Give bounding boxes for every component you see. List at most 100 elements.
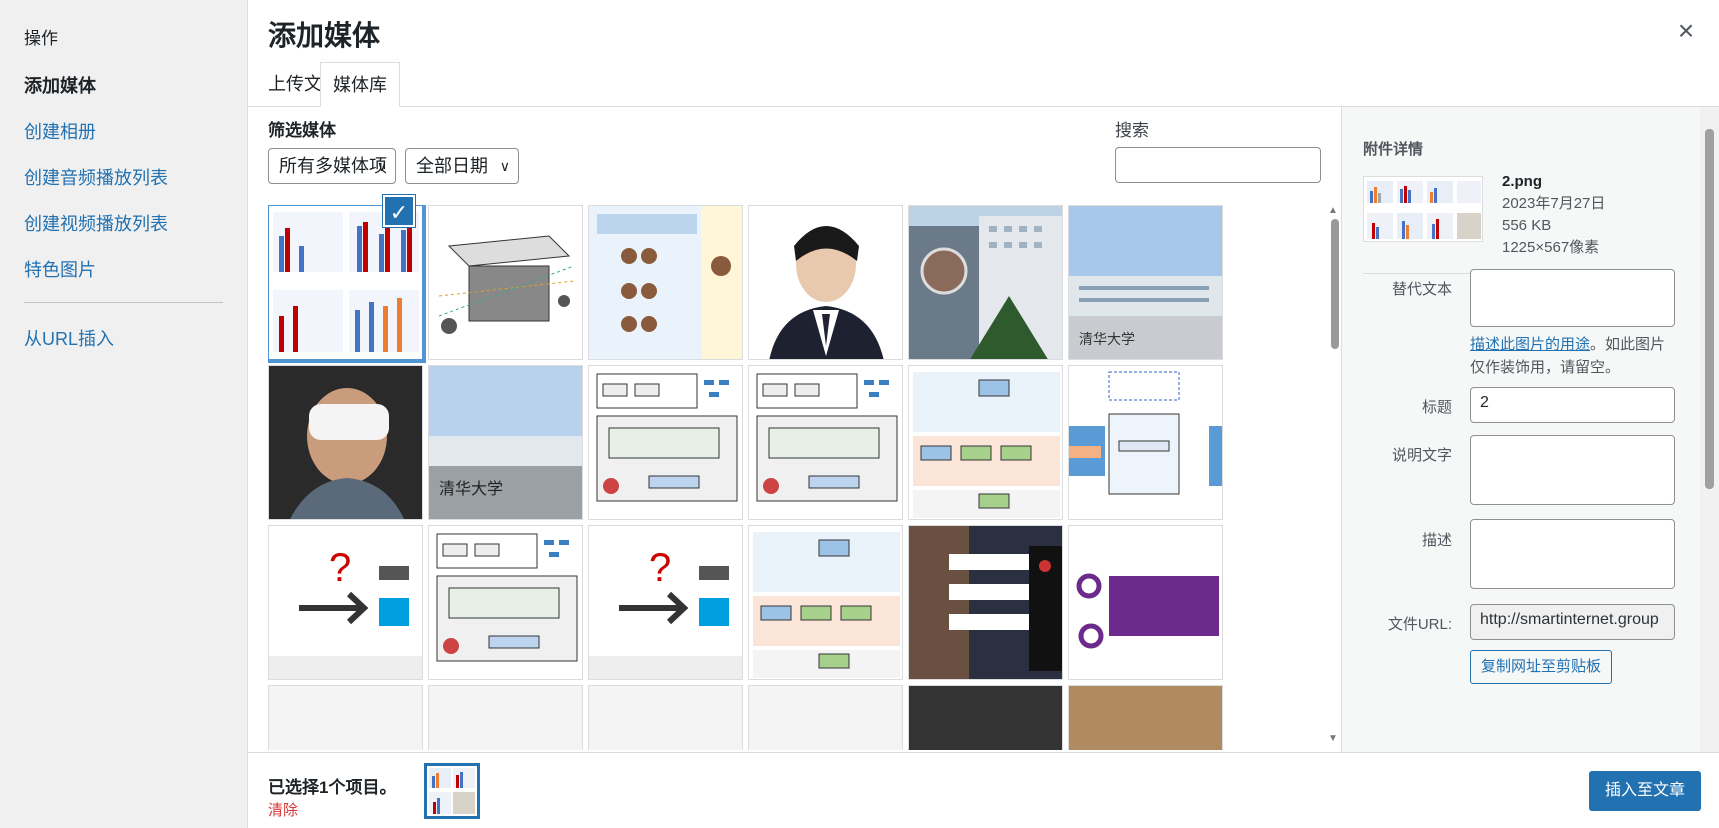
scroll-down-icon[interactable]: ▼ [1328,733,1338,744]
details-date: 2023年7月27日 [1502,195,1606,212]
tab-media-library[interactable]: 媒体库 [320,62,400,107]
scrollbar-thumb[interactable] [1331,219,1339,349]
media-attachment-tile[interactable] [268,365,423,520]
selection-thumb-image [429,768,475,814]
media-attachment-tile[interactable] [588,685,743,750]
media-attachment-tile[interactable]: ? [268,525,423,680]
media-attachment-tile[interactable] [428,685,583,750]
grid-scrollbar[interactable]: ▲ ▼ [1328,205,1340,745]
caption-textarea[interactable] [1470,435,1675,505]
insert-into-post-button[interactable]: 插入至文章 [1588,771,1701,811]
media-attachment-tile[interactable] [1068,525,1223,680]
attachment-thumbnail-image [909,366,1062,519]
attachment-details-panel: 附件详情 2.png 2023年7月27日 556 KB 1225×567像素 … [1341,107,1719,752]
attachment-thumbnail-image [909,206,1062,359]
modal-title: 添加媒体 [268,20,381,51]
menu-heading: 操作 [24,29,58,48]
media-attachment-tile[interactable]: 清华大学 [1068,205,1223,360]
clear-selection-link[interactable]: 清除 [268,799,298,820]
menu-item-create-gallery[interactable]: 创建相册 [24,118,223,144]
date-select[interactable]: 全部日期 ∨ [405,148,519,184]
scroll-up-icon[interactable]: ▲ [1328,205,1338,216]
search-input[interactable] [1115,147,1321,183]
media-attachment-tile[interactable]: 清华大学 [428,365,583,520]
selected-check-icon[interactable]: ✓ [383,195,415,227]
thumbnail-chart-image [1367,181,1481,239]
details-dimensions: 1225×567像素 [1502,239,1600,256]
attachments-grid: 清华大学 清华大学?? [268,205,1318,750]
attachment-thumbnail-image [749,526,902,679]
details-filesize: 556 KB [1502,217,1552,234]
attachment-thumbnail-image: ? [269,526,422,679]
description-label: 描述 [1421,532,1452,549]
media-attachment-tile[interactable] [428,205,583,360]
media-attachment-tile[interactable] [428,525,583,680]
details-title: 附件详情 [1363,141,1424,158]
description-textarea[interactable] [1470,519,1675,589]
media-type-select[interactable]: 所有多媒体项 ∨ [268,148,396,184]
selection-thumbnail[interactable] [424,763,480,819]
media-attachment-tile[interactable] [748,525,903,680]
alt-text-label: 替代文本 [1391,281,1452,298]
attachment-thumbnail-image [589,206,742,359]
attachment-thumbnail-image [1069,366,1222,519]
menu-item-video-playlist[interactable]: 创建视频播放列表 [24,210,223,236]
selection-count: 已选择1个项目。 [268,778,397,797]
attachment-thumbnail-image [429,526,582,679]
details-scrollbar[interactable] [1700,107,1719,752]
menu-separator [24,302,223,303]
media-attachment-tile[interactable] [748,685,903,750]
filter-label: 筛选媒体 [268,121,336,140]
file-url-input[interactable]: http://smartinternet.group [1470,604,1675,640]
search-label: 搜索 [1115,121,1149,140]
attachment-thumbnail-image: 清华大学 [1069,206,1222,359]
details-scrollbar-thumb[interactable] [1705,129,1714,489]
attachment-thumbnail-image [269,366,422,519]
copy-url-button[interactable]: 复制网址至剪贴板 [1470,650,1613,684]
attachment-thumbnail-image [749,366,902,519]
media-type-value: 所有多媒体项 [279,156,387,176]
attachment-thumbnail-image [749,206,902,359]
attachment-thumbnail-image [1069,526,1222,679]
date-value: 全部日期 [416,156,488,176]
svg-text:?: ? [329,546,351,590]
media-attachment-tile[interactable] [1068,365,1223,520]
media-attachment-tile[interactable] [908,525,1063,680]
media-attachment-tile[interactable] [748,365,903,520]
media-attachment-tile[interactable] [748,205,903,360]
attachment-thumbnail-image [269,206,422,359]
media-attachment-tile[interactable]: ? [588,525,743,680]
title-label: 标题 [1421,399,1452,416]
media-attachment-tile[interactable] [268,685,423,750]
alt-text-textarea[interactable] [1470,269,1675,327]
alt-text-help-link[interactable]: 描述此图片的用途 [1470,336,1590,353]
attachment-thumbnail-image: ? [589,526,742,679]
media-attachment-tile[interactable] [908,365,1063,520]
media-attachment-tile[interactable] [588,205,743,360]
attachment-thumbnail-image: 清华大学 [429,366,582,519]
details-filename: 2.png [1502,173,1542,190]
title-input[interactable]: 2 [1470,387,1675,423]
menu-item-audio-playlist[interactable]: 创建音频播放列表 [24,164,223,190]
media-attachment-tile[interactable] [908,205,1063,360]
svg-text:清华大学: 清华大学 [439,479,503,498]
media-attachment-tile[interactable] [1068,685,1223,750]
media-filters: 筛选媒体 [268,116,336,141]
media-attachment-tile[interactable] [908,685,1063,750]
menu-item-insert-from-url[interactable]: 从URL插入 [24,325,223,351]
file-url-label: 文件URL: [1387,616,1452,633]
menu-item-insert-media[interactable]: 添加媒体 [24,72,223,98]
close-icon[interactable]: × [1671,16,1701,46]
alt-text-help: 描述此图片的用途。如此图片仅作装饰用，请留空。 [1470,333,1675,379]
attachment-thumbnail-image [909,526,1062,679]
media-attachment-tile[interactable] [588,365,743,520]
caption-label: 说明文字 [1391,447,1452,464]
details-thumbnail [1363,176,1483,242]
svg-text:?: ? [649,546,671,590]
menu-item-featured-image[interactable]: 特色图片 [24,256,223,282]
chevron-down-icon: ∨ [499,158,510,174]
media-frame-menu: 操作 添加媒体 创建相册 创建音频播放列表 创建视频播放列表 特色图片 从URL… [0,0,248,828]
attachment-thumbnail-image [429,206,582,359]
media-toolbar: 已选择1个项目。 清除 插入至文章 [248,752,1719,828]
svg-text:清华大学: 清华大学 [1079,332,1135,348]
